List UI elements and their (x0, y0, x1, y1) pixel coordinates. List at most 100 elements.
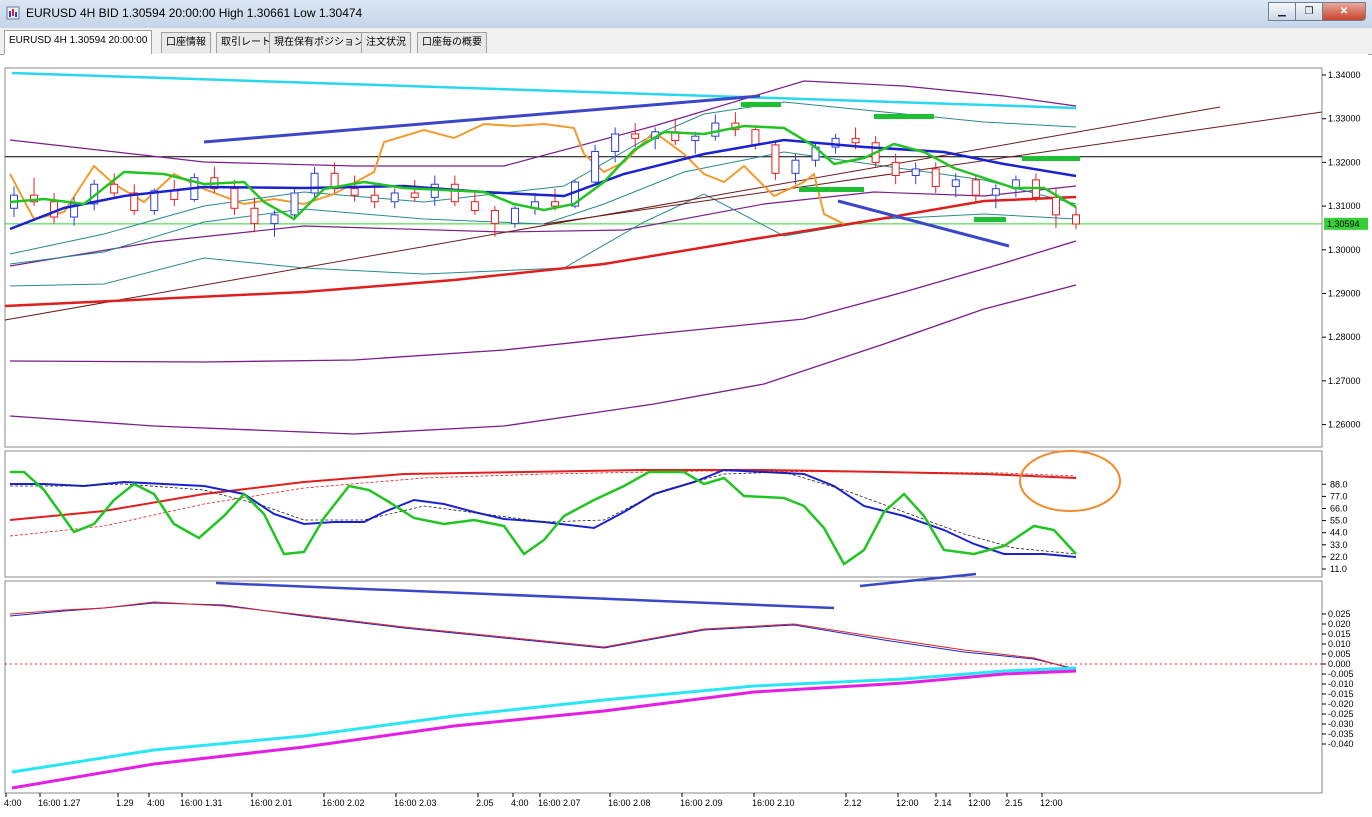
stoch-tick-label: 66.0 (1330, 504, 1348, 514)
candle-body (751, 129, 760, 146)
time-tick-label: 16:00 2.10 (752, 798, 795, 808)
candle-body (551, 201, 560, 207)
candle-body (470, 201, 479, 211)
close-button[interactable]: ✕ (1322, 2, 1366, 21)
candle-body (631, 133, 640, 139)
window-titlebar: EURUSD 4H BID 1.30594 20:00:00 High 1.30… (0, 0, 1372, 29)
candle-body (791, 159, 800, 174)
candle-body (250, 207, 259, 225)
time-tick-label: 16:00 2.09 (680, 798, 723, 808)
time-tick-label: 1.29 (116, 798, 134, 808)
price-tick-label: 1.34000 (1328, 70, 1361, 80)
candle-body (290, 192, 299, 216)
macd-tick-label: 0.010 (1328, 639, 1351, 649)
macd-tick-label: 0.020 (1328, 619, 1351, 629)
candle-body (951, 179, 960, 187)
macd-tick-label: -0.020 (1328, 699, 1354, 709)
candle-body (310, 172, 319, 194)
time-tick-label: 12:00 (968, 798, 991, 808)
chart-window-icon (6, 6, 20, 20)
candle-body (110, 183, 119, 194)
candle-body (911, 168, 920, 177)
time-tick-label: 4:00 (147, 798, 165, 808)
candle-body (490, 209, 499, 225)
candle-body (771, 144, 780, 174)
minimize-button[interactable]: ▁ (1268, 2, 1296, 21)
candle-body (270, 214, 279, 225)
time-tick-label: 16:00 2.02 (322, 798, 365, 808)
candle-body (450, 183, 459, 203)
price-tick-label: 1.31000 (1328, 201, 1361, 211)
price-tick-label: 1.26000 (1328, 420, 1361, 430)
stoch-tick-label: 11.0 (1330, 564, 1347, 574)
macd-tick-label: 0.005 (1328, 649, 1351, 659)
time-tick-label: 2.15 (1005, 798, 1023, 808)
tab-account-summary[interactable]: 口座毎の概要 (417, 32, 487, 53)
stoch-tick-label: 22.0 (1330, 552, 1348, 562)
candle-body (1072, 214, 1080, 225)
current-price-text: 1.30594 (1327, 219, 1360, 229)
candle-body (50, 201, 59, 218)
time-tick-label: 2.14 (934, 798, 952, 808)
time-tick-label: 12:00 (896, 798, 919, 808)
restore-button[interactable]: ❐ (1295, 2, 1323, 21)
candle-body (350, 188, 359, 196)
time-tick-label: 2.05 (476, 798, 494, 808)
price-tick-label: 1.28000 (1328, 332, 1361, 342)
chart-area[interactable]: 1.34000 1.33000 1.32000 1.31000 1.30000 1.290… (4, 54, 1368, 812)
time-tick-label: 16:00 2.07 (538, 798, 581, 808)
price-tick-label: 1.30000 (1328, 245, 1361, 255)
time-tick-label: 16:00 2.03 (394, 798, 437, 808)
time-tick-label: 16:00 1.27 (38, 798, 81, 808)
macd-tick-label: -0.015 (1328, 689, 1354, 699)
stoch-tick-label: 55.0 (1330, 516, 1348, 526)
time-tick-label: 16:00 1.31 (180, 798, 223, 808)
macd-tick-label: -0.010 (1328, 679, 1354, 689)
green-level-marker (1022, 156, 1080, 161)
macd-tick-label: -0.005 (1328, 669, 1354, 679)
green-level-marker (974, 217, 1006, 222)
price-tick-label: 1.32000 (1328, 157, 1361, 167)
price-tick-label: 1.27000 (1328, 376, 1361, 386)
macd-tick-label: 0.000 (1328, 659, 1351, 669)
macd-tick-label: -0.025 (1328, 709, 1354, 719)
price-tick-label: 1.29000 (1328, 289, 1361, 299)
candle-body (991, 188, 1000, 196)
tab-trade-rates[interactable]: 取引レート (216, 32, 276, 53)
candle-body (971, 179, 980, 196)
candle-body (891, 161, 900, 177)
time-tick-label: 2.12 (844, 798, 862, 808)
candle-body (370, 194, 379, 203)
window-controls: ▁ ❐ ✕ (1268, 2, 1366, 21)
macd-tick-label: -0.035 (1328, 729, 1354, 739)
candle-body (931, 168, 940, 187)
stoch-tick-label: 44.0 (1330, 528, 1348, 538)
current-price-label: 1.30594 (1324, 217, 1368, 230)
macd-tick-label: -0.040 (1328, 739, 1354, 749)
candle-body (1051, 196, 1060, 216)
candle-body (510, 207, 519, 225)
tab-open-positions[interactable]: 現在保有ポジション (269, 32, 369, 53)
time-tick-label: 12:00 (1040, 798, 1063, 808)
stoch-tick-label: 77.0 (1330, 491, 1348, 501)
price-tick-label: 1.33000 (1328, 114, 1361, 124)
time-tick-label: 4:00 (511, 798, 529, 808)
candle-body (410, 192, 419, 198)
macd-tick-label: 0.025 (1328, 609, 1351, 619)
candle-body (591, 150, 600, 183)
tab-account-info[interactable]: 口座情報 (161, 32, 211, 53)
macd-tick-label: -0.030 (1328, 719, 1354, 729)
time-tick-label: 4:00 (4, 798, 22, 808)
candle-body (170, 190, 179, 201)
stoch-tick-label: 88.0 (1330, 479, 1348, 489)
chart-tabbar: EURUSD 4H 1.30594 20:00:00 口座情報 取引レート 現在… (0, 28, 1372, 55)
candle-body (390, 192, 399, 203)
price-chart[interactable]: 1.340001.330001.320001.310001.300001.290… (4, 54, 1368, 812)
green-level-marker (874, 114, 934, 119)
tab-eurusd-chart[interactable]: EURUSD 4H 1.30594 20:00:00 (4, 30, 153, 54)
window-title: EURUSD 4H BID 1.30594 20:00:00 High 1.30… (26, 6, 363, 20)
candle-body (611, 133, 620, 152)
time-tick-label: 16:00 2.01 (250, 798, 293, 808)
time-tick-label: 16:00 2.08 (608, 798, 651, 808)
tab-orders[interactable]: 注文状況 (361, 32, 411, 53)
